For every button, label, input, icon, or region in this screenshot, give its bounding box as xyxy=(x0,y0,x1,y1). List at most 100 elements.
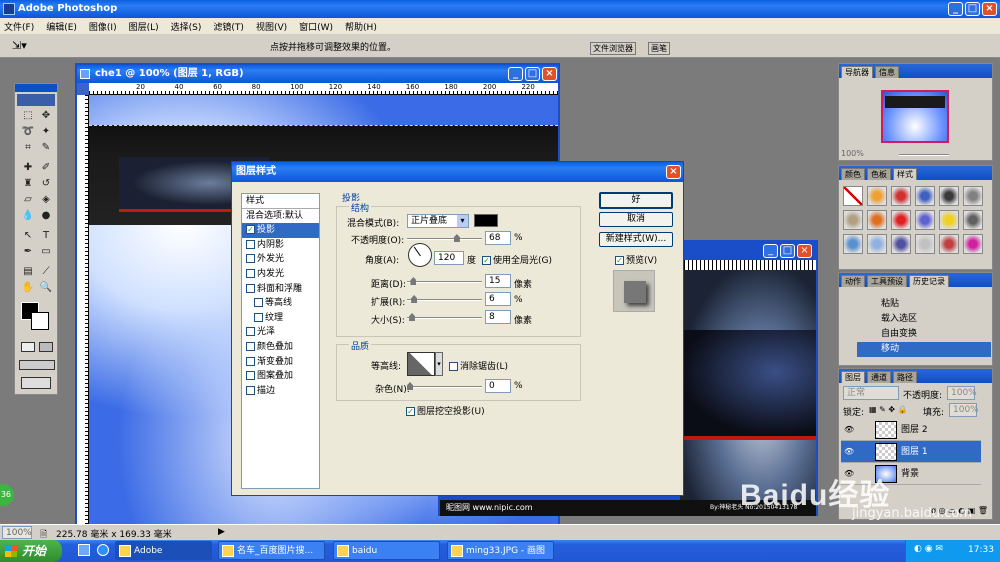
pen-tool-icon[interactable]: ✒ xyxy=(20,244,36,259)
opacity-slider-thumb[interactable] xyxy=(453,234,460,242)
photo-canvas[interactable] xyxy=(680,270,816,502)
noise-slider[interactable] xyxy=(407,382,482,390)
crop-tool-icon[interactable]: ⌗ xyxy=(20,140,36,155)
style-swatch[interactable] xyxy=(867,210,887,230)
quickmask-icon[interactable] xyxy=(21,342,35,352)
background-color[interactable] xyxy=(31,312,49,330)
style-checkbox[interactable] xyxy=(246,385,255,395)
eye-icon[interactable]: 👁 xyxy=(844,441,854,463)
style-swatch[interactable] xyxy=(963,186,983,206)
taskbar-item[interactable]: 名车_百度图片搜... xyxy=(218,541,325,560)
style-swatch[interactable] xyxy=(939,234,959,254)
jump-to-imageready-icon[interactable] xyxy=(21,377,51,389)
doc-minimize-button[interactable]: _ xyxy=(508,67,523,81)
doc-close-button[interactable]: × xyxy=(542,67,557,81)
style-swatch[interactable] xyxy=(843,186,863,206)
quickmask-mode-icon[interactable] xyxy=(39,342,53,352)
tab-info[interactable]: 信息 xyxy=(875,66,899,78)
tab-layers[interactable]: 图层 xyxy=(841,371,865,383)
tab-channels[interactable]: 通道 xyxy=(867,371,891,383)
style-swatch[interactable] xyxy=(915,234,935,254)
menu-item[interactable]: 视图(V) xyxy=(256,20,287,33)
slice-tool-icon[interactable]: ✎ xyxy=(38,140,54,155)
layer-row[interactable]: 👁 图层 1 xyxy=(841,441,981,463)
brush-tool-icon[interactable]: ✐ xyxy=(38,160,54,175)
tab-navigator[interactable]: 导航器 xyxy=(841,66,873,78)
tray-icons[interactable]: ◐ ◉ ✉ xyxy=(914,544,943,554)
history-brush-icon[interactable]: ↺ xyxy=(38,176,54,191)
style-item[interactable]: 斜面和浮雕 xyxy=(242,282,319,297)
zoom-tool-icon[interactable]: 🔍 xyxy=(38,280,54,295)
tab-actions[interactable]: 动作 xyxy=(841,275,865,287)
style-checkbox[interactable] xyxy=(246,283,255,293)
opacity-slider[interactable] xyxy=(407,234,482,242)
start-button[interactable]: 开始 xyxy=(0,540,62,562)
history-item[interactable]: 移动 xyxy=(857,342,991,357)
status-arrow-icon[interactable]: ▶ xyxy=(218,527,225,537)
minimize-button[interactable]: _ xyxy=(948,2,963,16)
blend-mode-select[interactable]: 正常 xyxy=(843,386,899,400)
eyedropper-icon[interactable]: ⟋ xyxy=(38,264,54,279)
photo-maximize-button[interactable]: □ xyxy=(780,244,795,258)
photo-minimize-button[interactable]: _ xyxy=(763,244,778,258)
style-item[interactable]: ✓ 投影 xyxy=(242,223,319,238)
menu-item[interactable]: 图像(I) xyxy=(89,20,117,33)
tab-paths[interactable]: 路径 xyxy=(893,371,917,383)
dodge-tool-icon[interactable]: ● xyxy=(38,208,54,223)
spread-slider[interactable] xyxy=(407,295,482,303)
navigator-thumbnail[interactable] xyxy=(881,90,949,143)
quicklaunch-ie-icon[interactable] xyxy=(97,544,109,556)
style-swatch[interactable] xyxy=(939,186,959,206)
style-swatch[interactable] xyxy=(915,210,935,230)
tab-history[interactable]: 历史记录 xyxy=(909,275,949,287)
style-swatch[interactable] xyxy=(939,210,959,230)
bucket-tool-icon[interactable]: ◈ xyxy=(38,192,54,207)
spread-slider-thumb[interactable] xyxy=(411,295,418,303)
style-item[interactable]: 描边 xyxy=(242,384,319,399)
ok-button[interactable]: 好 xyxy=(599,192,673,209)
photo-close-button[interactable]: × xyxy=(797,244,812,258)
size-slider[interactable] xyxy=(407,313,482,321)
style-checkbox[interactable]: ✓ xyxy=(246,225,255,235)
taskbar-item[interactable]: baidu xyxy=(333,541,440,560)
antialias-checkbox[interactable]: 消除锯齿(L) xyxy=(449,359,508,372)
magic-wand-icon[interactable]: ✦ xyxy=(38,124,54,139)
eye-icon[interactable]: 👁 xyxy=(844,419,854,441)
screen-mode-icon[interactable] xyxy=(19,360,55,370)
style-item[interactable]: 光泽 xyxy=(242,325,319,340)
contour-dropdown-icon[interactable]: ▾ xyxy=(435,352,443,376)
status-zoom[interactable]: 100% xyxy=(2,526,32,539)
style-swatch[interactable] xyxy=(891,210,911,230)
tab-color[interactable]: 颜色 xyxy=(841,168,865,180)
menu-item[interactable]: 帮助(H) xyxy=(345,20,377,33)
contour-picker[interactable] xyxy=(407,352,435,376)
healing-brush-icon[interactable]: ✚ xyxy=(20,160,36,175)
style-item[interactable]: 混合选项:默认 xyxy=(242,209,319,224)
new-style-button[interactable]: 新建样式(W)... xyxy=(599,232,673,247)
move-tool-icon[interactable]: ⇲▾ xyxy=(12,39,27,52)
history-item[interactable]: 自由变换 xyxy=(857,327,991,342)
style-checkbox[interactable] xyxy=(246,239,255,249)
menu-item[interactable]: 图层(L) xyxy=(129,20,159,33)
blur-tool-icon[interactable]: 💧 xyxy=(20,208,36,223)
style-checkbox[interactable] xyxy=(246,268,255,278)
style-checkbox[interactable] xyxy=(254,312,263,322)
tab-swatches[interactable]: 色板 xyxy=(867,168,891,180)
menu-item[interactable]: 文件(F) xyxy=(4,20,34,33)
preview-checkbox[interactable]: ✓ 预览(V) xyxy=(615,253,657,266)
dialog-close-button[interactable]: × xyxy=(666,165,681,179)
tab-styles[interactable]: 样式 xyxy=(893,168,917,180)
style-item[interactable]: 图案叠加 xyxy=(242,369,319,384)
style-swatch[interactable] xyxy=(891,234,911,254)
navigator-zoom[interactable]: 100% xyxy=(841,149,864,158)
quicklaunch-icon[interactable] xyxy=(78,544,90,556)
blend-mode-select[interactable]: 正片叠底 ▾ xyxy=(407,214,469,228)
style-swatch[interactable] xyxy=(843,234,863,254)
size-field[interactable]: 8 xyxy=(485,310,511,324)
style-checkbox[interactable] xyxy=(246,254,255,264)
opacity-field[interactable]: 68 xyxy=(485,231,511,245)
style-swatch[interactable] xyxy=(891,186,911,206)
shadow-color-swatch[interactable] xyxy=(474,214,498,227)
doc-maximize-button[interactable]: □ xyxy=(525,67,540,81)
type-tool-icon[interactable]: T xyxy=(38,228,54,243)
